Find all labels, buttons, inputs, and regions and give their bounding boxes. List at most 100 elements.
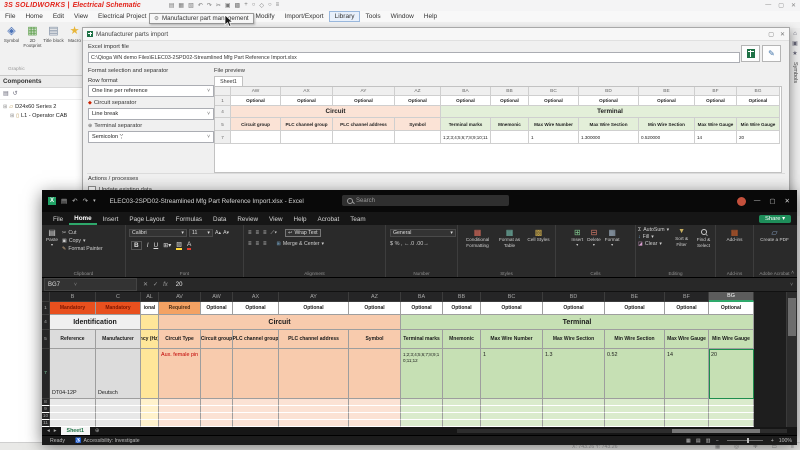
formula-bar-expand-icon[interactable]: ˅ — [790, 282, 793, 288]
cell-AW1[interactable]: Optional — [201, 302, 233, 315]
sheet-tab-sheet1[interactable]: Sheet1 — [61, 427, 90, 435]
cell-AW8[interactable] — [201, 399, 233, 406]
sw-menu-file[interactable]: File — [0, 12, 20, 21]
column-header-AY[interactable]: AY — [279, 292, 349, 302]
cell-AL10[interactable] — [141, 413, 159, 420]
paste-icon[interactable]: ▩ — [235, 2, 241, 9]
excel-tab-acrobat[interactable]: Acrobat — [313, 214, 345, 225]
cell-AX5[interactable]: PLC channel group — [233, 330, 279, 349]
column-header-BD[interactable]: BD — [543, 292, 605, 302]
cell-AV9[interactable] — [159, 406, 201, 413]
zoom-level[interactable]: 100% — [779, 438, 792, 444]
new-sheet-icon[interactable]: ⊕ — [95, 428, 100, 434]
cancel-icon[interactable]: ✕ — [143, 281, 148, 288]
autosum-button[interactable]: ΣAutoSum ▾ — [638, 227, 669, 233]
vertical-scrollbar-thumb[interactable] — [788, 298, 796, 336]
cell-AZ1[interactable]: Optional — [349, 302, 401, 315]
cell-BA7[interactable]: 1;2;3;4;5;6;7;8;9;10;11;12 — [401, 349, 443, 399]
cell-AZ11[interactable] — [349, 420, 401, 427]
sw-minimize-button[interactable]: — — [765, 2, 771, 9]
vertical-scrollbar[interactable] — [786, 292, 797, 427]
row-header-4[interactable]: 4 — [42, 315, 50, 330]
cell-AX9[interactable] — [233, 406, 279, 413]
sw-menu-home[interactable]: Home — [20, 12, 47, 21]
align-center-icon[interactable]: ≡ — [256, 241, 260, 247]
cell-BD9[interactable] — [543, 406, 605, 413]
format-button[interactable]: ▦Format▾ — [605, 228, 620, 247]
new-icon[interactable]: ▤ — [169, 2, 175, 9]
column-header-BF[interactable]: BF — [665, 292, 709, 302]
cell-AX11[interactable] — [233, 420, 279, 427]
excel-tab-team[interactable]: Team — [345, 214, 370, 225]
zoom-out-icon[interactable]: − — [716, 438, 719, 444]
find-select-button[interactable]: Find & Select — [694, 227, 713, 248]
tree-node-d24x60-series-2[interactable]: ⊞▱D24x60 Series 2 — [0, 101, 82, 110]
plus-icon[interactable]: + — [244, 2, 248, 9]
cell-AV7[interactable]: Aux. female pin — [159, 349, 201, 399]
user-icon[interactable]: ≡ — [276, 2, 280, 9]
column-header-BG[interactable]: BG — [709, 292, 754, 302]
normal-view-icon[interactable]: ▦ — [686, 438, 691, 444]
cell-AV8[interactable] — [159, 399, 201, 406]
cell-AZ7[interactable] — [349, 349, 401, 399]
cell-AX1[interactable]: Optional — [233, 302, 279, 315]
page-break-view-icon[interactable]: ▥ — [706, 438, 711, 444]
delete-button[interactable]: ⊟Delete▾ — [587, 228, 601, 247]
save-icon[interactable]: ▧ — [188, 2, 194, 9]
cell-BE9[interactable] — [605, 406, 665, 413]
cell-AL4[interactable] — [141, 315, 159, 330]
cell-BF5[interactable]: Max Wire Gauge — [665, 330, 709, 349]
undo-icon[interactable]: ↶ — [72, 197, 77, 205]
tree-node-l1-operator-cab[interactable]: ⊞▯L1 - Operator CAB — [0, 110, 82, 119]
cell-BE8[interactable] — [605, 399, 665, 406]
excel-tab-help[interactable]: Help — [289, 214, 312, 225]
column-header-AX[interactable]: AX — [233, 292, 279, 302]
new-component-icon[interactable]: ▤ — [3, 90, 9, 97]
cell-B11[interactable] — [50, 420, 96, 427]
cell-B7[interactable]: DT04-12P — [50, 349, 96, 399]
sw-menu-import-export[interactable]: Import/Export — [280, 12, 329, 21]
column-header-BC[interactable]: BC — [481, 292, 543, 302]
enter-icon[interactable]: ✓ — [153, 281, 158, 288]
accessibility-status[interactable]: ♿ Accessibility: Investigate — [75, 438, 140, 444]
preview-icon[interactable]: ▣ — [792, 40, 798, 47]
select-all-corner[interactable] — [42, 292, 50, 302]
excel-tab-page-layout[interactable]: Page Layout — [124, 214, 169, 225]
menu-tooltip[interactable]: ⚙ Manufacturer part management — [149, 13, 254, 24]
sw-toolbar-2d-footprint[interactable]: ▦2D Footprint — [22, 25, 43, 49]
cell-BF10[interactable] — [665, 413, 709, 420]
column-header-B[interactable]: B — [50, 292, 96, 302]
row-format-select[interactable]: One line per reference ˅ — [88, 85, 214, 97]
copy-icon[interactable]: ▣ — [225, 2, 231, 9]
cell-C7[interactable]: Deutsch — [96, 349, 141, 399]
create-pdf-button[interactable]: ▱Create a PDF — [760, 228, 789, 243]
excel-tab-data[interactable]: Data — [208, 214, 231, 225]
cell-BG1[interactable]: Optional — [709, 302, 754, 315]
cell-BC7[interactable]: 1 — [481, 349, 543, 399]
cell-BG10[interactable] — [709, 413, 754, 420]
cell-terminal[interactable]: Terminal — [401, 315, 754, 330]
cell-BB10[interactable] — [443, 413, 481, 420]
cell-C10[interactable] — [96, 413, 141, 420]
cell-BD8[interactable] — [543, 399, 605, 406]
sw-toolbar-symbol[interactable]: ◈Symbol — [1, 25, 22, 49]
sw-menu-modify[interactable]: Modify — [250, 12, 279, 21]
column-header-AZ[interactable]: AZ — [349, 292, 401, 302]
cell-BB7[interactable] — [443, 349, 481, 399]
cell-BC5[interactable]: Max Wire Number — [481, 330, 543, 349]
zoom-icon[interactable]: ○ — [252, 2, 256, 9]
row-header-8[interactable]: 8 — [42, 399, 50, 406]
bold-button[interactable]: B — [131, 241, 142, 250]
excel-minimize-button[interactable]: — — [754, 197, 761, 205]
open-icon[interactable]: ▦ — [178, 2, 184, 9]
row-header-10[interactable]: 10 — [42, 413, 50, 420]
cell-AV5[interactable]: Circuit Type — [159, 330, 201, 349]
cell-BB11[interactable] — [443, 420, 481, 427]
paste-button[interactable]: ▤ Paste▾ — [46, 228, 58, 252]
italic-button[interactable]: I — [147, 242, 149, 249]
qat-chevron-icon[interactable]: ▾ — [93, 198, 96, 204]
sw-menu-electrical-project[interactable]: Electrical Project — [93, 12, 151, 21]
column-header-BE[interactable]: BE — [605, 292, 665, 302]
cell-B9[interactable] — [50, 406, 96, 413]
excel-tab-review[interactable]: Review — [232, 214, 263, 225]
